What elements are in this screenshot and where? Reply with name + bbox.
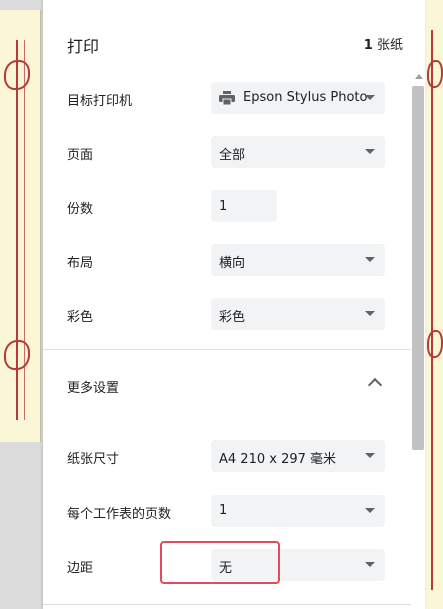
sheet-count: 1 张纸 [364,34,403,53]
color-select[interactable]: 彩色 [211,298,385,330]
chevron-up-icon [367,377,383,393]
copies-label: 份数 [67,202,94,217]
scrollbar-thumb[interactable] [412,86,424,450]
destination-select[interactable]: Epson Stylus Photo [211,82,385,114]
pages-per-sheet-select[interactable]: 1 [211,495,385,527]
paper-size-select[interactable]: A4 210 x 297 毫米 [211,440,385,472]
destination-value: Epson Stylus Photo [243,90,368,105]
destination-label: 目标打印机 [67,94,133,109]
preview-ornament [427,330,443,358]
panel-header: 打印 1 张纸 [43,0,425,70]
preview-ornament [4,60,30,90]
more-settings-label: 更多设置 [67,381,120,396]
color-label: 彩色 [67,310,94,325]
paper-size-value: A4 210 x 297 毫米 [219,452,337,467]
dialog-title: 打印 [67,37,100,56]
margins-label: 边距 [67,561,94,576]
pages-per-sheet-label: 每个工作表的页数 [67,507,172,522]
pages-label: 页面 [67,148,94,163]
copies-input[interactable] [211,190,277,222]
chevron-down-icon [365,149,375,154]
chevron-down-icon [365,311,375,316]
sheet-count-unit: 张纸 [376,38,403,53]
scrollbar[interactable] [411,70,425,609]
pages-per-sheet-value: 1 [219,503,228,518]
chevron-down-icon [365,257,375,262]
color-value: 彩色 [219,310,246,325]
sheet-count-number: 1 [363,38,373,53]
chevron-down-icon [365,453,375,458]
paper-size-label: 纸张尺寸 [67,452,120,467]
pages-select[interactable]: 全部 [211,136,385,168]
layout-label: 布局 [67,256,94,271]
printer-icon [219,91,235,105]
margins-highlight-box [160,541,280,584]
layout-select[interactable]: 横向 [211,244,385,276]
print-settings-panel: 打印 1 张纸 目标打印机 Epson Stylus Photo 页面 全部 份… [43,0,425,609]
more-settings-toggle[interactable]: 更多设置 [43,350,411,420]
preview-ornament [427,60,443,88]
pages-value: 全部 [219,148,246,163]
preview-ornament [4,340,30,370]
scroll-up-arrow-icon[interactable] [415,74,423,79]
chevron-down-icon [365,562,375,567]
section-divider [43,604,411,605]
layout-value: 横向 [219,256,246,271]
print-preview-page-right [425,0,443,609]
chevron-down-icon [365,508,375,513]
preview-border-ornament [431,30,437,590]
print-preview-page [0,10,41,442]
chevron-down-icon [365,95,375,100]
